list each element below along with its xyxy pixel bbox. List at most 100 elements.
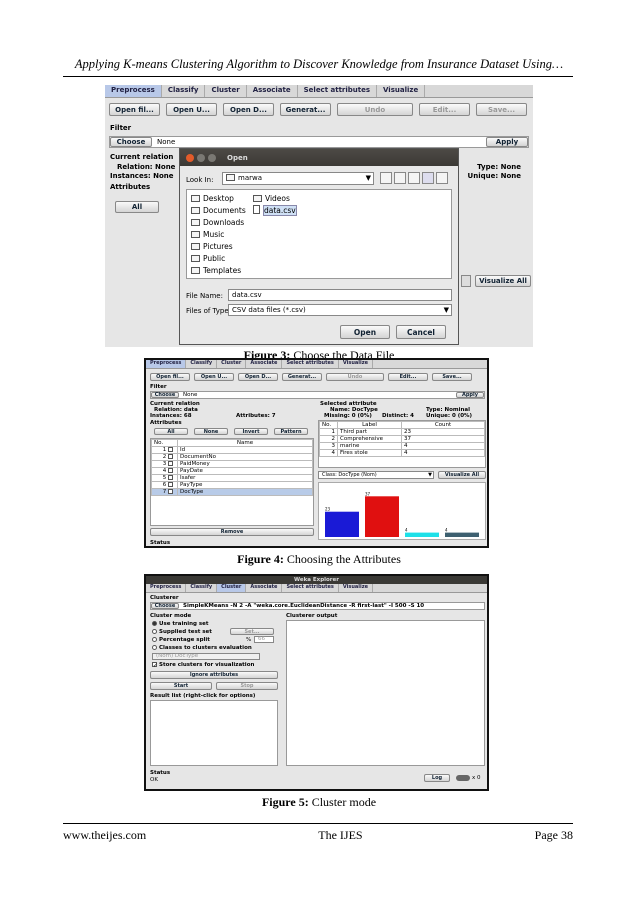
folder-item[interactable]: Documents [191,205,246,217]
checkbox-icon[interactable] [168,468,173,473]
tab-visualize[interactable]: Visualize [339,584,373,592]
checkbox-icon[interactable] [168,482,173,487]
tab-associate[interactable]: Associate [247,85,298,97]
tab-preprocess[interactable]: Preprocess [146,584,187,592]
toolbar-button[interactable]: Undo [326,373,384,381]
file-item[interactable]: data.csv [253,205,297,217]
visualize-all-button[interactable]: Visualize All [475,275,531,287]
apply-button[interactable]: Apply [456,392,484,398]
mode-percentage-split[interactable]: Percentage split [152,636,252,644]
set-button[interactable]: Set... [230,628,274,635]
weka-bird-icon [456,775,470,781]
selected-distinct: Distinct: 4 [382,413,414,419]
attr-pattern-button[interactable]: Pattern [274,428,308,435]
folder-item[interactable]: Downloads [191,217,246,229]
toolbar-button[interactable]: Open U... [166,103,217,116]
folder-item[interactable]: Music [191,229,246,241]
open-button[interactable]: Open [340,325,390,339]
remove-button[interactable]: Remove [150,528,314,536]
start-button[interactable]: Start [150,682,212,690]
files-of-type-select[interactable]: CSV data files (*.csv) ▼ [228,304,452,316]
cancel-button[interactable]: Cancel [396,325,446,339]
clusterer-output-panel [286,620,485,766]
minimize-window-icon[interactable] [197,153,205,162]
up-folder-icon[interactable] [380,172,392,184]
table-row[interactable]: 7 DocType [151,488,313,496]
toolbar-button[interactable]: Open D... [223,103,274,116]
tab-classify[interactable]: Classify [186,360,218,368]
toolbar-button[interactable]: Open fil... [150,373,190,381]
list-view-icon[interactable] [422,172,434,184]
percent-input[interactable]: 66 [254,636,274,643]
look-in-select[interactable]: marwa ▼ [222,172,374,185]
file-name-input[interactable]: data.csv [228,289,452,301]
table-row[interactable]: 6 PayType [151,481,313,489]
table-row[interactable]: 2 DocumentNo [151,453,313,461]
tab-cluster[interactable]: Cluster [217,360,247,368]
toolbar-button[interactable]: Save... [432,373,472,381]
tab-associate[interactable]: Associate [246,584,283,592]
status-value: OK [150,777,158,783]
class-dropdown-arrow[interactable] [461,275,471,287]
toolbar-button[interactable]: Open U... [194,373,234,381]
table-row[interactable]: 5 Isafer [151,474,313,482]
folder-item[interactable]: Desktop [191,193,246,205]
tab-visualize[interactable]: Visualize [339,360,373,368]
all-button[interactable]: All [115,201,159,213]
mode-training-set[interactable]: Use training set [152,620,252,628]
toolbar-button[interactable]: Edit... [419,103,470,116]
tab-preprocess[interactable]: Preprocess [146,360,187,368]
mode-classes-to-clusters[interactable]: Classes to clusters evaluation [152,644,252,652]
tab-select-attributes[interactable]: Select attributes [298,85,378,97]
details-view-icon[interactable] [436,172,448,184]
tab-preprocess[interactable]: Preprocess [105,85,162,97]
home-folder-icon[interactable] [394,172,406,184]
folder-item[interactable]: Pictures [191,241,246,253]
maximize-window-icon[interactable] [208,153,216,162]
checkbox-icon[interactable] [168,447,173,452]
tab-classify[interactable]: Classify [186,584,218,592]
ignore-attributes-button[interactable]: Ignore attributes [150,671,278,679]
attr-all-button[interactable]: All [154,428,188,435]
toolbar-button[interactable]: Undo [337,103,413,116]
toolbar: Open fil... Open U... Open D... Generat... U… [150,373,472,381]
class-select[interactable]: (Nom) DocType [152,653,260,660]
folder-item[interactable]: Public [191,253,246,265]
tab-select-attributes[interactable]: Select attributes [282,360,339,368]
tab-cluster[interactable]: Cluster [205,85,247,97]
tab-associate[interactable]: Associate [246,360,283,368]
toolbar-button[interactable]: Edit... [388,373,428,381]
choose-filter-button[interactable]: Choose [110,137,152,147]
choose-filter-button[interactable]: Choose [151,392,179,398]
close-window-icon[interactable] [186,153,194,162]
checkbox-icon[interactable] [168,475,173,480]
toolbar-button[interactable]: Save... [476,103,527,116]
table-row[interactable]: 4 PayDate [151,467,313,475]
tab-classify[interactable]: Classify [162,85,206,97]
toolbar-button[interactable]: Open fil... [109,103,160,116]
apply-button[interactable]: Apply [486,137,528,147]
folder-item[interactable]: Videos [253,193,297,205]
new-folder-icon[interactable] [408,172,420,184]
choose-clusterer-button[interactable]: Choose [151,603,179,609]
attr-none-button[interactable]: None [194,428,228,435]
tab-select-attributes[interactable]: Select attributes [282,584,339,592]
toolbar-button[interactable]: Generat... [280,103,331,116]
toolbar-button[interactable]: Generat... [282,373,322,381]
store-clusters-checkbox[interactable]: ✓Store clusters for visualization [152,662,254,669]
class-select[interactable]: Class: DocType (Nom) ▼ [318,471,434,479]
tab-visualize[interactable]: Visualize [377,85,426,97]
visualize-all-button[interactable]: Visualize All [438,471,486,479]
checkbox-icon[interactable] [168,454,173,459]
table-row[interactable]: 1 Id [151,446,313,454]
tab-cluster[interactable]: Cluster [217,584,247,592]
log-button[interactable]: Log [424,774,450,782]
stop-button[interactable]: Stop [216,682,278,690]
toolbar-button[interactable]: Open D... [238,373,278,381]
checkbox-icon[interactable] [168,461,173,466]
checkbox-icon[interactable] [168,489,173,494]
result-list-panel[interactable] [150,700,278,766]
folder-item[interactable]: Templates [191,265,246,277]
attr-invert-button[interactable]: Invert [234,428,268,435]
table-row[interactable]: 3 PaidMoney [151,460,313,468]
